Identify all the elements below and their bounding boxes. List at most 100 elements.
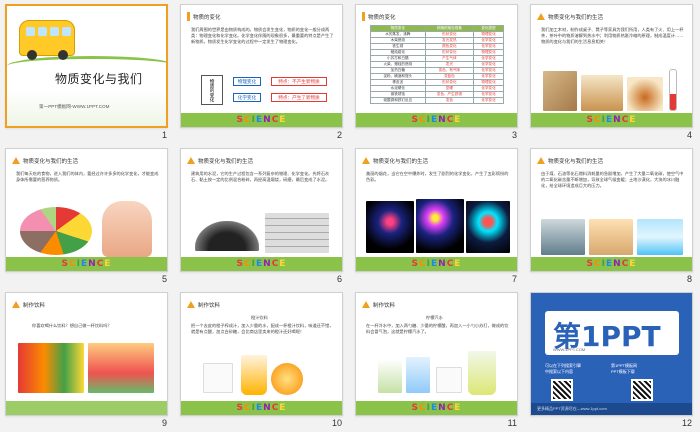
- slide-number: 12: [681, 418, 692, 428]
- science-logo: SCIENCE: [411, 259, 462, 269]
- physical-change-box: 物理变化: [233, 77, 261, 86]
- slide-number: 7: [511, 274, 517, 284]
- juices-image: [88, 343, 154, 393]
- qr-code-icon: [551, 379, 573, 401]
- slide-thumb-5[interactable]: 物质变化与我们的生活 我们每天吃的食物，进入我们的体内，要经过许许多多的化学变化…: [0, 144, 175, 288]
- slide-thumb-4[interactable]: 物质变化与我们的生活 我们加工木材，制作成桌子、凳子等家具为我们所用，人类有了火…: [525, 0, 700, 144]
- wooden-planks-image: [581, 75, 623, 111]
- footer-strip: 更多精品PPT资源尽在—www.1ppt.com: [531, 403, 692, 415]
- slide-7[interactable]: 物质变化与我们的生活 美丽的烟花，当它在空中爆炸时，发生了剧烈的化学变化，产生了…: [355, 148, 518, 272]
- slide-header: 物质的变化: [362, 11, 396, 22]
- science-logo: SCIENCE: [586, 115, 637, 125]
- science-logo: SCIENCE: [586, 259, 637, 269]
- drinks-image: [18, 343, 84, 393]
- melting-glacier-image: [637, 219, 683, 255]
- ppt-logo: 第1PPT WWW.1PPT.COM: [545, 311, 679, 355]
- orange-juice-glass-image: [241, 355, 267, 395]
- slide-body: 我们加工木材，制作成桌子、凳子等家具为我们所用，人类有了火、用上一杯茶，茶叶中的…: [541, 27, 684, 45]
- slide-footer-bar: SCIENCE: [356, 401, 517, 415]
- science-logo: SCIENCE: [236, 115, 287, 125]
- digestive-system-image: [102, 201, 152, 257]
- slide-thumb-7[interactable]: 物质变化与我们的生活 美丽的烟花，当它在空中爆炸时，发生了剧烈的化学变化，产生了…: [350, 144, 525, 288]
- slide-number: 3: [511, 130, 517, 140]
- thermometer-image: [669, 69, 677, 111]
- slide-body: 你喜欢喝什么饮料？想自己做一杯饮料吗？: [32, 323, 112, 328]
- slide-2[interactable]: 物质的变化 我们周围的世界是由物质构成的。物质会发生变化，物质的变化一般分成两类…: [180, 4, 343, 128]
- slide-footer-bar: SCIENCE: [356, 257, 517, 271]
- slide-body: 由于煤、石油等化石燃料消耗量的急剧增加，产生了大量二氧化碳，使空气中的二氧化碳含…: [541, 171, 684, 189]
- info-line-4: PPT模板下载: [611, 369, 635, 374]
- slide-number: 2: [336, 130, 342, 140]
- slide-9[interactable]: 制作饮料 你喜欢喝什么饮料？想自己做一杯饮料吗？: [5, 292, 168, 416]
- slide-number: 8: [686, 274, 692, 284]
- slide-1[interactable]: 物质变化与我们 第一PPT模板网-WWW.1PPT.COM: [5, 4, 168, 128]
- slide-12[interactable]: 第1PPT WWW.1PPT.COM 可以在下列搜索引擎 中搜索以下内容 第1P…: [530, 292, 693, 416]
- sugar-cubes-image: [203, 363, 233, 393]
- info-line-2: 中搜索以下内容: [545, 369, 573, 374]
- orange-image: [271, 363, 303, 395]
- slide-footer-bar: SCIENCE: [181, 113, 342, 127]
- factory-smoke-image: [541, 219, 585, 255]
- slide-number: 4: [686, 130, 692, 140]
- school-bus-illustration: [19, 20, 75, 60]
- slide-thumb-11[interactable]: 制作饮料 柠檬汽水 在一杯冷水中，加入两勺糖、少量的柠檬酸，再加入一小勺小苏打，…: [350, 288, 525, 432]
- logo-caption: WWW.1PPT.COM: [553, 347, 586, 352]
- science-logo: SCIENCE: [236, 259, 287, 269]
- slide-thumb-3[interactable]: 物质的变化 物质变化 伴随的常见现象 变化类型 水的蒸发、沸腾 形状变化 物理变化 木柴…: [350, 0, 525, 144]
- slide-5[interactable]: 物质变化与我们的生活 我们每天吃的食物，进入我们的体内，要经过许许多多的化学变化…: [5, 148, 168, 272]
- slide-header: 物质变化与我们的生活: [12, 155, 78, 166]
- chemical-change-desc: 特点：产生了新物质: [271, 93, 327, 102]
- slide-thumb-2[interactable]: 物质的变化 我们周围的世界是由物质构成的。物质会发生变化，物质的变化一般分成两类…: [175, 0, 350, 144]
- lemonade-glass-image: [468, 351, 496, 395]
- slide-footer-bar: SCIENCE: [181, 401, 342, 415]
- science-logo: SCIENCE: [411, 403, 462, 413]
- slide-thumb-9[interactable]: 制作饮料 你喜欢喝什么饮料？想自己做一杯饮料吗？ 9: [0, 288, 175, 432]
- slide-thumb-8[interactable]: 物质变化与我们的生活 由于煤、石油等化石燃料消耗量的急剧增加，产生了大量二氧化碳…: [525, 144, 700, 288]
- slide-11[interactable]: 制作饮料 柠檬汽水 在一杯冷水中，加入两勺糖、少量的柠檬酸，再加入一小勺小苏打，…: [355, 292, 518, 416]
- fireworks-image-3: [466, 201, 510, 253]
- slide-body: 美丽的烟花，当它在空中爆炸时，发生了剧烈的化学变化，产生了五彩缤纷的色彩。: [366, 171, 509, 183]
- slide-number: 6: [336, 274, 342, 284]
- slide-footer-bar: SCIENCE: [531, 113, 692, 127]
- slide-3[interactable]: 物质的变化 物质变化 伴随的常见现象 变化类型 水的蒸发、沸腾 形状变化 物理变化 木柴…: [355, 4, 518, 128]
- citric-acid-bag-image: [378, 359, 402, 393]
- slide-number: 1: [161, 130, 167, 140]
- slide-header: 制作饮料: [12, 299, 45, 310]
- slide-header: 物质变化与我们的生活: [362, 155, 428, 166]
- slide-header: 物质变化与我们的生活: [537, 155, 603, 166]
- slide-footer-bar: SCIENCE: [356, 113, 517, 127]
- desert-image: [589, 219, 633, 255]
- science-logo: SCIENCE: [411, 115, 462, 125]
- slide-6[interactable]: 物质变化与我们的生活 建筑用的水泥，它的生产过程包含一系列复杂的物理、化学变化。…: [180, 148, 343, 272]
- slide-thumb-6[interactable]: 物质变化与我们的生活 建筑用的水泥，它的生产过程包含一系列复杂的物理、化学变化。…: [175, 144, 350, 288]
- qr-code-icon: [631, 379, 653, 401]
- fireworks-image-2: [416, 199, 464, 253]
- slide-body: 我们周围的世界是由物质构成的。物质会发生变化，物质的变化一般分成两类：物理变化和…: [191, 27, 334, 45]
- slide-8[interactable]: 物质变化与我们的生活 由于煤、石油等化石燃料消耗量的急剧增加，产生了大量二氧化碳…: [530, 148, 693, 272]
- tea-cup-image: [627, 77, 663, 111]
- fireworks-image-1: [366, 201, 414, 253]
- slide-4[interactable]: 物质变化与我们的生活 我们加工木材，制作成桌子、凳子等家具为我们所用，人类有了火…: [530, 4, 693, 128]
- change-table: 物质变化 伴随的常见现象 变化类型 水的蒸发、沸腾 形状变化 物理变化 木柴燃烧 发光发热…: [370, 25, 504, 104]
- slide-10[interactable]: 制作饮料 橙汁饮料 把一个去皮的橙子榨成汁，加入少量的水，配成一杯橙汁饮料，味道…: [180, 292, 343, 416]
- slide-thumb-1[interactable]: 物质变化与我们 第一PPT模板网-WWW.1PPT.COM 1: [0, 0, 175, 144]
- slide-subtitle: 第一PPT模板网-WWW.1PPT.COM: [39, 104, 110, 109]
- slide-body: 在一杯冷水中，加入两勺糖、少量的柠檬酸，再加入一小勺小苏打，做成的饮料会冒气泡，…: [366, 323, 509, 335]
- slide-subhead: 橙汁饮料: [251, 315, 268, 320]
- diagram-root: 物质的变化: [201, 75, 223, 105]
- slide-header: 物质的变化: [187, 11, 221, 22]
- slide-number: 10: [331, 418, 342, 428]
- slide-header: 制作饮料: [362, 299, 395, 310]
- slide-thumb-12[interactable]: 第1PPT WWW.1PPT.COM 可以在下列搜索引擎 中搜索以下内容 第1P…: [525, 288, 700, 432]
- slide-number: 5: [161, 274, 167, 284]
- slide-footer-bar: SCIENCE: [181, 257, 342, 271]
- slide-title: 物质变化与我们: [55, 72, 143, 86]
- slide-thumb-10[interactable]: 制作饮料 橙汁饮料 把一个去皮的橙子榨成汁，加入少量的水，配成一杯橙汁饮料，味道…: [175, 288, 350, 432]
- science-logo: SCIENCE: [61, 259, 112, 269]
- slide-header: 制作饮料: [187, 299, 220, 310]
- slide-number: 9: [161, 418, 167, 428]
- wood-chair-image: [543, 71, 577, 111]
- slide-body: 建筑用的水泥，它的生产过程包含一系列复杂的物理、化学变化。先将石灰石、黏土按一定…: [191, 171, 330, 183]
- sugar-image: [436, 367, 462, 393]
- slide-footer-bar: SCIENCE: [6, 257, 167, 271]
